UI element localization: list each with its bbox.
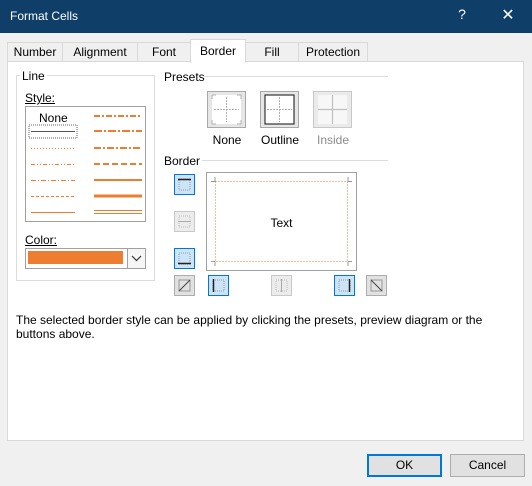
border-right-button[interactable] (334, 275, 355, 296)
border-title: Border (164, 154, 201, 168)
tab-alignment[interactable]: Alignment (62, 42, 138, 62)
color-label: Color: (25, 233, 58, 247)
preset-none-button[interactable] (207, 91, 246, 128)
preset-none-label: None (212, 133, 242, 147)
style-label: Style: (25, 91, 56, 105)
border-inside-vertical-button[interactable] (271, 275, 292, 296)
chevron-down-icon[interactable] (127, 249, 145, 268)
preview-text: Text (270, 216, 293, 230)
diagonal-up-icon (178, 279, 191, 292)
ok-button[interactable]: OK (367, 454, 442, 477)
preset-outline-label: Outline (260, 133, 300, 147)
border-divider (202, 160, 388, 161)
presets-title: Presets (164, 70, 205, 84)
preset-none-icon (211, 94, 242, 125)
cancel-button[interactable]: Cancel (450, 454, 525, 477)
tab-font[interactable]: Font (137, 42, 191, 62)
preset-outline-icon (264, 94, 295, 125)
line-group-title: Line (20, 69, 47, 83)
preset-inside-icon (318, 95, 347, 124)
window-title: Format Cells (10, 9, 79, 23)
border-inside-horizontal-icon (178, 215, 191, 228)
border-bottom-button[interactable] (174, 248, 195, 269)
preset-outline-button[interactable] (260, 91, 299, 128)
border-left-icon (212, 279, 225, 292)
border-right-icon (338, 279, 351, 292)
info-text: The selected border style can be applied… (16, 313, 483, 341)
tab-fill[interactable]: Fill (245, 42, 299, 62)
tab-border[interactable]: Border (190, 39, 246, 63)
line-style-swatches (28, 115, 142, 214)
preset-inside-button[interactable] (313, 91, 352, 128)
tab-number[interactable]: Number (7, 42, 63, 62)
title-bar: Format Cells ? ✕ (0, 0, 532, 33)
border-left-button[interactable] (208, 275, 229, 296)
border-diagonal-up-button[interactable] (174, 275, 195, 296)
color-dropdown[interactable] (25, 248, 146, 269)
tab-protection[interactable]: Protection (298, 42, 368, 62)
close-button[interactable]: ✕ (496, 5, 520, 27)
border-top-button[interactable] (174, 174, 195, 195)
presets-divider (204, 76, 388, 77)
help-button[interactable]: ? (452, 6, 472, 26)
color-swatch (28, 251, 123, 264)
preset-inside-label: Inside (316, 133, 350, 147)
border-preview[interactable]: Text (206, 172, 357, 271)
border-inside-horizontal-button[interactable] (174, 211, 195, 232)
border-diagonal-down-button[interactable] (366, 275, 387, 296)
diagonal-down-icon (370, 279, 383, 292)
line-style-list[interactable]: None (25, 106, 146, 222)
border-inside-vertical-icon (275, 279, 288, 292)
border-bottom-icon (178, 252, 191, 265)
border-top-icon (178, 178, 191, 191)
